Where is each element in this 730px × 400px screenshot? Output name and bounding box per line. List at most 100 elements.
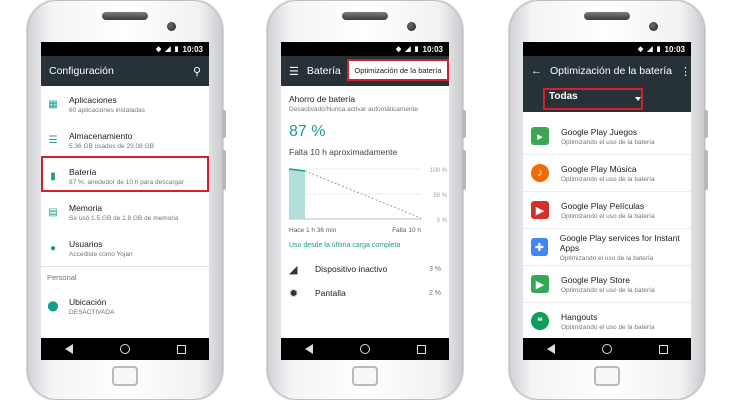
app-row[interactable]: ✚ Google Play services for Instant Apps … bbox=[523, 229, 691, 266]
battery-graph: 100 % 50 % 0 % bbox=[288, 168, 448, 224]
y-tick-0: 0 % bbox=[437, 218, 448, 224]
nav-bar bbox=[41, 338, 209, 360]
app-name: Google Play Películas bbox=[561, 200, 645, 211]
back-arrow-icon[interactable]: ← bbox=[531, 65, 542, 77]
saver-title: Ahorro de batería bbox=[289, 94, 356, 104]
nav-bar bbox=[281, 338, 449, 360]
wifi-icon: ◆ bbox=[395, 46, 402, 53]
app-row[interactable]: ▶ Google Play Películas Optimizando el u… bbox=[523, 192, 691, 229]
usage-value: 2 % bbox=[428, 289, 441, 297]
phone-3: ◆ ◢ ▮ 10:03 ← Optimización de la batería… bbox=[509, 0, 708, 400]
saver-subtitle: Desactivado/Nunca activar automáticament… bbox=[289, 106, 418, 113]
status-bar: ◆ ◢ ▮ 10:03 bbox=[281, 42, 449, 56]
side-key bbox=[222, 110, 226, 138]
speaker bbox=[342, 12, 388, 20]
side-key bbox=[704, 110, 708, 138]
phone-1: ◆ ◢ ▮ 10:03 Configuración ⚲ ▦ Aplicacion… bbox=[27, 0, 226, 400]
brightness-icon: ✹ bbox=[289, 287, 299, 300]
menu-icon[interactable]: ☰ bbox=[289, 65, 299, 78]
app-bar: Configuración ⚲ bbox=[41, 56, 209, 86]
settings-item-memory[interactable]: ▤ Memoria Se usó 1.5 GB de 1.8 GB de mem… bbox=[41, 194, 209, 230]
search-icon[interactable]: ⚲ bbox=[193, 65, 201, 78]
play-games-icon: ▸ bbox=[531, 127, 549, 145]
clock: 10:03 bbox=[182, 44, 203, 54]
overflow-menu-option[interactable]: Optimización de la batería bbox=[347, 59, 449, 81]
status-bar: ◆ ◢ ▮ 10:03 bbox=[41, 42, 209, 56]
settings-item-users[interactable]: ● Usuarios Accediste como Yojan bbox=[41, 230, 209, 266]
signal-icon: ◢ bbox=[289, 263, 298, 276]
home-icon[interactable] bbox=[119, 344, 130, 354]
more-options-icon[interactable]: ⋮ bbox=[680, 65, 691, 78]
settings-item-storage[interactable]: ☰ Almacenamiento 5.36 GB usados de 29.08… bbox=[41, 122, 209, 158]
app-name: Google Play Store bbox=[561, 274, 630, 285]
recents-icon[interactable] bbox=[416, 344, 426, 354]
app-status: Optimizando el uso de la batería bbox=[561, 323, 655, 331]
status-bar: ◆ ◢ ▮ 10:03 bbox=[523, 42, 691, 56]
home-icon[interactable] bbox=[601, 344, 612, 354]
speaker bbox=[584, 12, 630, 20]
item-title: Usuarios bbox=[69, 238, 103, 249]
phone-2: ◆ ◢ ▮ 10:03 ☰ Batería Optimización de la… bbox=[267, 0, 466, 400]
item-title: Memoria bbox=[69, 202, 103, 213]
clock: 10:03 bbox=[422, 44, 443, 54]
camera bbox=[649, 22, 658, 31]
hangouts-icon: ❝ bbox=[531, 312, 549, 330]
home-button[interactable] bbox=[112, 366, 138, 386]
app-name: Google Play Música bbox=[561, 163, 637, 174]
item-title: Ubicación bbox=[69, 296, 107, 307]
recents-icon[interactable] bbox=[658, 344, 668, 354]
item-subtitle: Se usó 1.5 GB de 1.8 GB de memoria bbox=[69, 214, 179, 222]
y-tick-100: 100 % bbox=[430, 168, 448, 174]
home-icon[interactable] bbox=[359, 344, 370, 354]
app-row[interactable]: ▶ Google Play Store Optimizando el uso d… bbox=[523, 266, 691, 303]
side-key bbox=[704, 150, 708, 190]
app-status: Optimizando el uso de la batería bbox=[561, 175, 655, 183]
back-icon[interactable] bbox=[304, 344, 313, 354]
play-music-icon: ♪ bbox=[531, 164, 549, 182]
wifi-icon: ◆ bbox=[637, 46, 644, 53]
remaining-time: Falta 10 h aproximadamente bbox=[289, 147, 398, 157]
play-movies-icon: ▶ bbox=[531, 201, 549, 219]
battery-icon: ▮ bbox=[174, 46, 179, 53]
section-label: Personal bbox=[41, 266, 209, 288]
settings-item-apps[interactable]: ▦ Aplicaciones 60 aplicaciones instalada… bbox=[41, 86, 209, 122]
recents-icon[interactable] bbox=[176, 344, 186, 354]
graph-x-labels: Hace 1 h 36 min Falta 10 h bbox=[281, 227, 449, 234]
settings-screen: ◆ ◢ ▮ 10:03 Configuración ⚲ ▦ Aplicacion… bbox=[41, 42, 209, 360]
usage-row-idle[interactable]: ◢ Dispositivo inactivo 3 % bbox=[281, 257, 449, 281]
app-row[interactable]: ▸ Google Play Juegos Optimizando el uso … bbox=[523, 118, 691, 155]
battery-percent: 87 % bbox=[289, 123, 326, 140]
location-icon: ⬤ bbox=[47, 300, 59, 312]
signal-icon: ◢ bbox=[405, 46, 411, 53]
battery-icon: ▮ bbox=[414, 46, 419, 53]
app-status: Optimizando el uso de la batería bbox=[559, 254, 654, 262]
usage-row-screen[interactable]: ✹ Pantalla 2 % bbox=[281, 281, 449, 305]
storage-icon: ☰ bbox=[48, 134, 58, 146]
app-row[interactable]: ❝ Hangouts Optimizando el uso de la bate… bbox=[523, 303, 691, 340]
wifi-icon: ◆ bbox=[155, 46, 162, 53]
signal-icon: ◢ bbox=[647, 46, 653, 53]
menu-option-label: Optimización de la batería bbox=[354, 65, 442, 75]
home-button[interactable] bbox=[594, 366, 620, 386]
settings-item-location[interactable]: ⬤ Ubicación DESACTIVADA bbox=[41, 288, 209, 324]
stage: ◆ ◢ ▮ 10:03 Configuración ⚲ ▦ Aplicacion… bbox=[0, 0, 730, 400]
item-title: Aplicaciones bbox=[69, 94, 117, 105]
x-end-label: Falta 10 h bbox=[392, 227, 421, 234]
usage-value: 3 % bbox=[428, 265, 441, 273]
filter-value: Todas bbox=[549, 91, 578, 102]
usage-title: Uso desde la última carga completa bbox=[289, 242, 401, 249]
app-name: Google Play services for Instant Apps bbox=[559, 232, 680, 253]
app-status: Optimizando el uso de la batería bbox=[561, 138, 655, 146]
clock: 10:03 bbox=[664, 44, 685, 54]
home-button[interactable] bbox=[352, 366, 378, 386]
app-row[interactable]: ♪ Google Play Música Optimizando el uso … bbox=[523, 155, 691, 192]
puzzle-icon: ✚ bbox=[531, 238, 548, 256]
battery-saver-row[interactable]: Ahorro de batería Desactivado/Nunca acti… bbox=[281, 86, 449, 113]
item-subtitle: 5.36 GB usados de 29.08 GB bbox=[69, 142, 154, 150]
back-icon[interactable] bbox=[546, 344, 555, 354]
back-icon[interactable] bbox=[64, 344, 73, 354]
optimization-screen: ◆ ◢ ▮ 10:03 ← Optimización de la batería… bbox=[523, 42, 691, 360]
play-store-icon: ▶ bbox=[531, 275, 549, 293]
memory-icon: ▤ bbox=[48, 206, 58, 218]
battery-screen: ◆ ◢ ▮ 10:03 ☰ Batería Optimización de la… bbox=[281, 42, 449, 360]
